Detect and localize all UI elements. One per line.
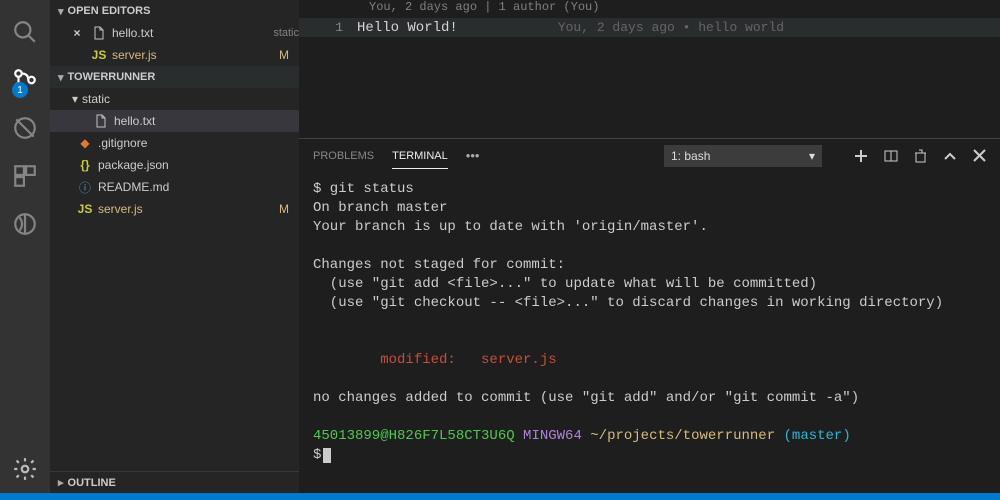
editor-area[interactable]: You, 2 days ago | 1 author (You) 1 Hello… bbox=[299, 0, 1000, 138]
chevron-down-icon: ▾ bbox=[809, 149, 815, 163]
panel-actions bbox=[854, 149, 986, 163]
settings-gear-icon[interactable] bbox=[0, 445, 50, 493]
tab-problems[interactable]: PROBLEMS bbox=[313, 143, 374, 168]
debug-icon[interactable] bbox=[0, 104, 50, 152]
close-icon[interactable]: × bbox=[68, 26, 86, 40]
chevron-right-icon: ▸ bbox=[58, 476, 64, 489]
tree-file-name: .gitignore bbox=[98, 136, 299, 150]
extensions-icon[interactable] bbox=[0, 152, 50, 200]
modified-mark: M bbox=[279, 48, 289, 62]
panel-tabs: PROBLEMS TERMINAL ••• 1: bash ▾ bbox=[299, 139, 1000, 172]
search-icon[interactable] bbox=[0, 8, 50, 56]
kill-terminal-icon[interactable] bbox=[914, 149, 927, 163]
terminal-output[interactable]: $ git status On branch master Your branc… bbox=[299, 172, 1000, 493]
outline-header[interactable]: ▸ OUTLINE bbox=[50, 471, 299, 493]
open-editors-header[interactable]: ▾ OPEN EDITORS bbox=[50, 0, 299, 22]
line-number: 1 bbox=[299, 20, 357, 35]
gitlens-blame: You, 2 days ago • hello world bbox=[558, 20, 784, 35]
close-panel-icon[interactable] bbox=[973, 149, 986, 162]
code-line[interactable]: 1 Hello World! You, 2 days ago • hello w… bbox=[299, 18, 1000, 37]
editor-file-name: hello.txt bbox=[112, 26, 267, 40]
new-terminal-icon[interactable] bbox=[854, 149, 868, 163]
gitlens-authorline: You, 2 days ago | 1 author (You) bbox=[299, 0, 1000, 18]
tree-file-name: hello.txt bbox=[114, 114, 299, 128]
file-icon bbox=[90, 26, 108, 40]
tree-file-name: package.json bbox=[98, 158, 299, 172]
split-terminal-icon[interactable] bbox=[884, 149, 898, 163]
js-icon: JS bbox=[76, 202, 94, 216]
editor-file-path: static bbox=[273, 27, 299, 39]
folder-name: static bbox=[82, 92, 299, 106]
tree-file-name: README.md bbox=[98, 180, 299, 194]
tree-file-name: server.js bbox=[98, 202, 279, 216]
status-bar[interactable] bbox=[0, 493, 1000, 500]
maximize-panel-icon[interactable] bbox=[943, 151, 957, 161]
prompt-symbol: $ bbox=[313, 447, 321, 463]
modified-mark: M bbox=[279, 202, 289, 216]
tree-item[interactable]: hello.txt bbox=[50, 110, 299, 132]
tree-item[interactable]: {} package.json bbox=[50, 154, 299, 176]
code-text: Hello World! bbox=[357, 20, 458, 36]
file-icon bbox=[92, 114, 110, 128]
prompt-user: 45013899@H826F7L58CT3U6Q bbox=[313, 428, 515, 444]
activity-bar: 1 bbox=[0, 0, 50, 493]
open-editor-item[interactable]: × hello.txt static bbox=[50, 22, 299, 44]
open-editor-item[interactable]: JS server.js M bbox=[50, 44, 299, 66]
project-header[interactable]: ▾ TOWERRUNNER bbox=[50, 66, 299, 88]
terminal-selector-label: 1: bash bbox=[671, 149, 710, 163]
editor-pane: You, 2 days ago | 1 author (You) 1 Hello… bbox=[299, 0, 1000, 493]
git-icon: ◆ bbox=[76, 136, 94, 150]
scm-icon[interactable]: 1 bbox=[0, 56, 50, 104]
tree-item[interactable]: JS server.js M bbox=[50, 198, 299, 220]
prompt-env: MINGW64 bbox=[523, 428, 582, 444]
chevron-down-icon: ▾ bbox=[58, 71, 64, 84]
tree-item[interactable]: ◆ .gitignore bbox=[50, 132, 299, 154]
panel-overflow-icon[interactable]: ••• bbox=[466, 148, 480, 163]
tree-item[interactable]: ⓘ README.md bbox=[50, 176, 299, 198]
info-icon: ⓘ bbox=[76, 179, 94, 196]
json-icon: {} bbox=[76, 158, 94, 172]
chevron-down-icon: ▾ bbox=[58, 5, 64, 18]
ext-activity-icon[interactable] bbox=[0, 200, 50, 248]
bottom-panel: PROBLEMS TERMINAL ••• 1: bash ▾ $ git st… bbox=[299, 138, 1000, 493]
outline-label: OUTLINE bbox=[68, 477, 116, 489]
scm-badge: 1 bbox=[12, 82, 28, 98]
chevron-down-icon: ▾ bbox=[72, 92, 78, 106]
explorer-sidebar: ▾ OPEN EDITORS × hello.txt static JS ser… bbox=[50, 0, 299, 493]
tab-terminal[interactable]: TERMINAL bbox=[392, 143, 448, 169]
js-icon: JS bbox=[90, 48, 108, 62]
terminal-selector[interactable]: 1: bash ▾ bbox=[664, 145, 822, 167]
project-label: TOWERRUNNER bbox=[68, 71, 156, 83]
folder-item[interactable]: ▾ static bbox=[50, 88, 299, 110]
prompt-branch: (master) bbox=[784, 428, 851, 444]
prompt-path: ~/projects/towerrunner bbox=[590, 428, 775, 444]
open-editors-label: OPEN EDITORS bbox=[68, 5, 151, 17]
app-window: 1 ▾ OPEN EDITORS × hello.txt static bbox=[0, 0, 1000, 493]
terminal-cursor bbox=[323, 448, 331, 463]
editor-file-name: server.js bbox=[112, 48, 279, 62]
